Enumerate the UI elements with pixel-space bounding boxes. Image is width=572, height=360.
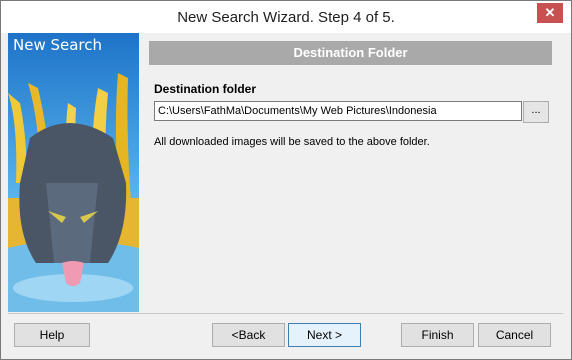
next-button[interactable]: Next > (288, 323, 361, 347)
destination-folder-label: Destination folder (154, 82, 257, 96)
close-icon: ✕ (544, 5, 556, 20)
side-panel: New Search (8, 33, 139, 312)
section-header-text: Destination Folder (293, 45, 408, 60)
cancel-button[interactable]: Cancel (478, 323, 551, 347)
browse-button[interactable]: ... (523, 101, 549, 123)
destination-folder-input[interactable] (154, 101, 522, 121)
window-title: New Search Wizard. Step 4 of 5. (177, 9, 395, 26)
back-button[interactable]: <Back (212, 323, 285, 347)
finish-button[interactable]: Finish (401, 323, 474, 347)
side-panel-title: New Search (13, 36, 103, 54)
help-button[interactable]: Help (14, 323, 90, 347)
close-button[interactable]: ✕ (537, 3, 563, 23)
wizard-content: Destination Folder Destination folder ..… (139, 33, 565, 312)
button-bar: Help <Back Next > Finish Cancel (8, 313, 563, 354)
section-header: Destination Folder (149, 41, 552, 65)
panther-illustration (8, 73, 139, 312)
wizard-window: New Search Wizard. Step 4 of 5. ✕ New Se… (0, 0, 572, 360)
title-bar: New Search Wizard. Step 4 of 5. ✕ (1, 1, 571, 33)
destination-note: All downloaded images will be saved to t… (154, 136, 430, 148)
